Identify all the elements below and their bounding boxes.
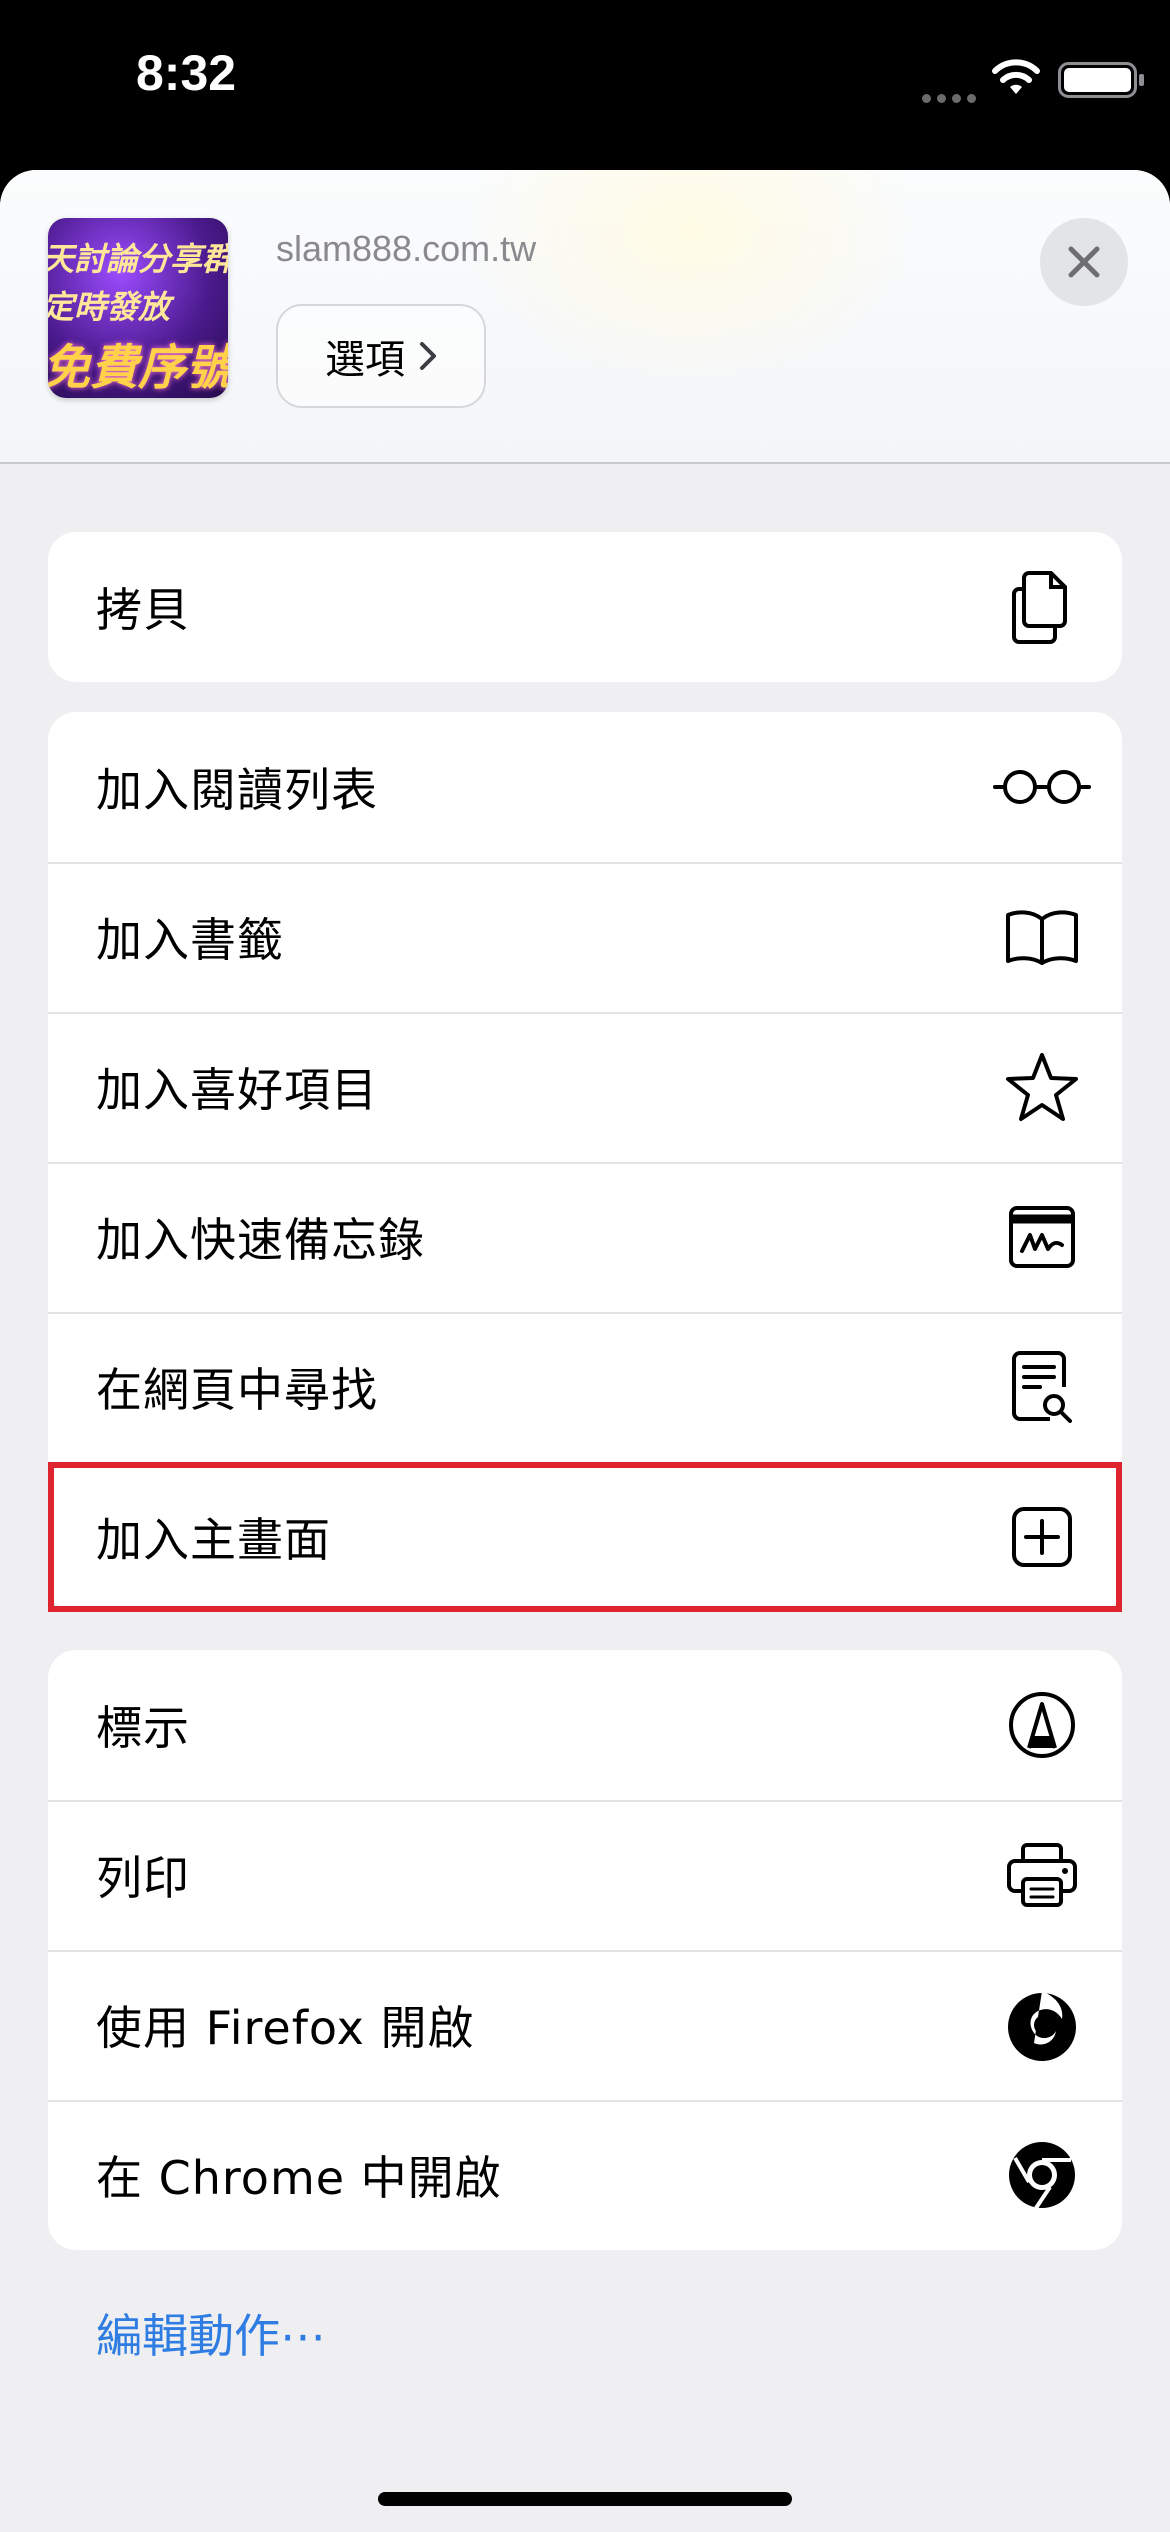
action-open-in-chrome[interactable]: 在 Chrome 中開啟: [48, 2100, 1122, 2250]
action-label: 標示: [96, 1701, 190, 1755]
edit-actions-link[interactable]: 編輯動作⋯: [96, 2300, 326, 2366]
wifi-icon: [992, 59, 1040, 94]
action-print[interactable]: 列印: [48, 1800, 1122, 1950]
action-add-favorites[interactable]: 加入喜好項目: [48, 1012, 1122, 1162]
action-label: 拷貝: [96, 583, 190, 637]
thumbnail-text: 定時發放: [48, 288, 171, 326]
action-add-reading-list[interactable]: 加入閱讀列表: [48, 712, 1122, 862]
action-markup[interactable]: 標示: [48, 1650, 1122, 1800]
action-open-in-firefox[interactable]: 使用 Firefox 開啟: [48, 1950, 1122, 2100]
star-icon: [1002, 1047, 1082, 1127]
options-label: 選項: [325, 337, 405, 383]
glasses-icon: [992, 747, 1092, 827]
markup-pen-icon: [1002, 1685, 1082, 1765]
options-button[interactable]: 選項: [276, 304, 486, 408]
share-sheet: 天討論分享群 定時發放 免費序號 slam888.com.tw 選項 拷貝 加入…: [0, 170, 1170, 2532]
status-time: 8:32: [136, 45, 237, 101]
close-button[interactable]: [1040, 218, 1128, 306]
close-icon: [1068, 246, 1100, 278]
battery-icon: [1058, 62, 1144, 98]
action-add-quick-note[interactable]: 加入快速備忘錄: [48, 1162, 1122, 1312]
action-group-add: 加入閱讀列表 加入書籤 加入喜好項目 加入快速備忘錄 在網頁中尋找 加入主畫面: [48, 712, 1122, 1612]
chrome-icon: [1002, 2135, 1082, 2215]
action-label: 使用 Firefox 開啟: [96, 2001, 475, 2055]
action-label: 加入快速備忘錄: [96, 1213, 425, 1267]
action-group-other: 標示 列印 使用 Firefox 開啟 在 Chrome 中開啟: [48, 1650, 1122, 2250]
status-bar: 8:32: [0, 0, 1170, 170]
action-copy[interactable]: 拷貝: [48, 532, 1122, 682]
action-label: 加入主畫面: [96, 1513, 331, 1567]
action-add-to-home-screen[interactable]: 加入主畫面: [48, 1462, 1122, 1612]
printer-icon: [1002, 1835, 1082, 1915]
action-label: 加入閱讀列表: [96, 763, 378, 817]
home-indicator: [378, 2492, 792, 2506]
action-add-bookmark[interactable]: 加入書籤: [48, 862, 1122, 1012]
find-in-page-icon: [1002, 1347, 1082, 1427]
action-label: 加入喜好項目: [96, 1063, 378, 1117]
chevron-right-icon: [420, 342, 436, 370]
action-label: 列印: [96, 1851, 190, 1905]
add-square-icon: [1002, 1497, 1082, 1577]
action-group-copy: 拷貝: [48, 532, 1122, 682]
thumbnail-text: 天討論分享群: [48, 240, 228, 278]
share-sheet-header: 天討論分享群 定時發放 免費序號 slam888.com.tw 選項: [0, 170, 1170, 464]
action-find-on-page[interactable]: 在網頁中尋找: [48, 1312, 1122, 1462]
quick-note-icon: [1002, 1197, 1082, 1277]
book-icon: [1002, 897, 1082, 977]
firefox-icon: [1002, 1985, 1082, 2065]
action-label: 在網頁中尋找: [96, 1363, 378, 1417]
action-label: 在 Chrome 中開啟: [96, 2151, 502, 2205]
page-domain: slam888.com.tw: [276, 228, 537, 269]
page-thumbnail: 天討論分享群 定時發放 免費序號: [48, 218, 228, 398]
cellular-signal-icon: [922, 88, 982, 107]
status-icons: [870, 50, 1170, 110]
action-label: 加入書籤: [96, 913, 284, 967]
thumbnail-text: 免費序號: [48, 340, 228, 396]
copy-icon: [1002, 567, 1082, 647]
